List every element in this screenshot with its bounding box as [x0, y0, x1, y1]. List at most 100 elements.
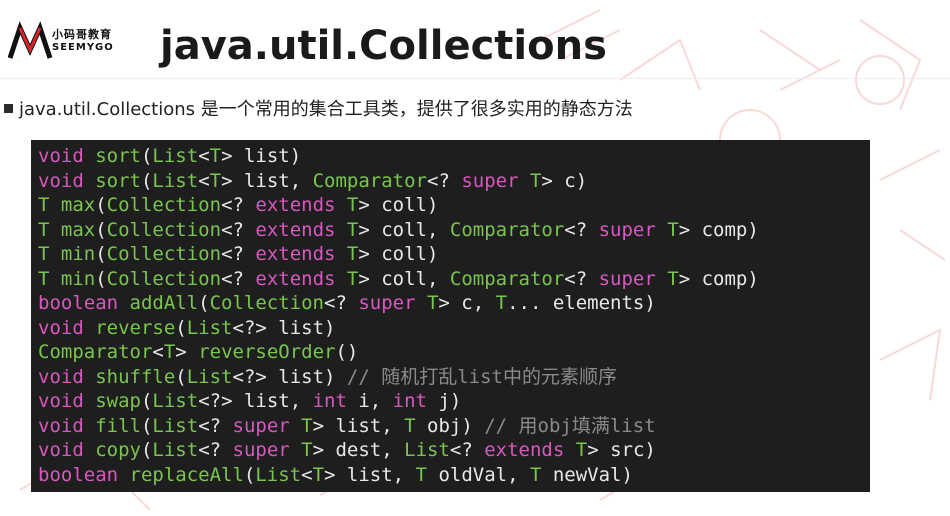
- code-token: max: [60, 194, 96, 216]
- code-token: T: [667, 218, 679, 241]
- code-token: void: [38, 365, 96, 388]
- code-token: T: [38, 218, 61, 241]
- code-token: reverseOrder: [198, 341, 336, 363]
- code-token: List: [255, 463, 302, 486]
- code-token: void: [38, 414, 96, 437]
- code-token: newVal): [541, 463, 633, 486]
- code-token: <?: [221, 194, 256, 216]
- code-token: > c,: [438, 292, 496, 314]
- code-token: <?> list): [232, 365, 347, 388]
- code-token: > c): [541, 169, 588, 192]
- code-token: min: [60, 243, 96, 265]
- code-token: ... elements): [507, 292, 656, 314]
- code-line: T min(Collection<? extends T> coll, Comp…: [38, 267, 870, 292]
- code-token: <?: [221, 267, 256, 290]
- code-token: (): [335, 341, 359, 363]
- code-token: boolean: [38, 292, 130, 314]
- code-token: T: [38, 267, 61, 290]
- code-line: T min(Collection<? extends T> coll): [38, 242, 870, 267]
- code-token: reverse: [95, 316, 176, 339]
- code-token: T: [575, 439, 588, 461]
- header-divider: [0, 78, 950, 79]
- watermark-stroke: [759, 29, 841, 91]
- code-token: super: [358, 292, 427, 314]
- code-token: int: [392, 390, 439, 412]
- code-token: > coll): [358, 194, 439, 216]
- bullet-item: java.util.Collections 是一个常用的集合工具类，提供了很多实…: [4, 96, 633, 120]
- code-token: > comp): [678, 218, 759, 241]
- code-comment: // 随机打乱list中的元素顺序: [346, 365, 617, 388]
- code-comment: // 用obj填满list: [484, 414, 656, 437]
- code-line: void sort(List<T> list, Comparator<? sup…: [38, 169, 870, 194]
- code-token: super: [598, 267, 668, 290]
- code-token: > list,: [221, 169, 313, 192]
- code-token: Collection: [106, 243, 222, 265]
- code-token: <?: [198, 414, 233, 437]
- code-line: void copy(List<? super T> dest, List<? e…: [38, 438, 870, 463]
- code-token: T: [346, 267, 359, 290]
- code-token: <?> list): [232, 316, 336, 339]
- code-token: <?: [324, 292, 359, 314]
- brand-name-en: SEEMYGO: [52, 42, 114, 53]
- code-token: <?: [564, 267, 599, 290]
- code-token: T: [495, 292, 508, 314]
- code-token: fill: [95, 414, 141, 437]
- code-token: List: [186, 316, 233, 339]
- code-line: void fill(List<? super T> list, T obj) /…: [38, 414, 870, 439]
- code-token: extends: [484, 439, 576, 461]
- code-line: T max(Collection<? extends T> coll): [38, 193, 870, 218]
- code-token: super: [232, 414, 302, 437]
- code-token: T: [426, 292, 439, 314]
- code-token: T: [529, 169, 542, 192]
- code-token: i,: [358, 390, 393, 412]
- code-token: extends: [255, 267, 347, 290]
- code-token: <?: [564, 218, 599, 241]
- code-token: (: [95, 267, 107, 290]
- code-token: Comparator: [312, 169, 427, 192]
- code-token: T: [209, 145, 222, 167]
- code-token: super: [598, 218, 668, 241]
- code-token: T: [529, 463, 542, 486]
- code-token: List: [152, 145, 199, 167]
- code-token: > coll): [358, 243, 439, 265]
- code-token: List: [152, 390, 199, 412]
- code-token: (: [140, 390, 153, 412]
- code-token: Comparator: [449, 267, 565, 290]
- code-token: (: [175, 365, 187, 388]
- code-token: boolean: [38, 463, 130, 486]
- code-token: super: [461, 169, 530, 192]
- code-token: <?: [198, 439, 233, 461]
- code-token: List: [404, 439, 450, 461]
- code-token: void: [38, 316, 96, 339]
- code-token: min: [60, 267, 96, 290]
- code-token: super: [232, 439, 302, 461]
- code-token: Collection: [106, 194, 222, 216]
- watermark-stroke: [879, 149, 946, 261]
- code-token: void: [38, 439, 96, 461]
- square-bullet-icon: [4, 104, 13, 113]
- code-token: Collection: [106, 267, 222, 290]
- code-token: copy: [95, 439, 141, 461]
- code-line: void sort(List<T> list): [38, 144, 870, 169]
- code-line: boolean replaceAll(List<T> list, T oldVa…: [38, 463, 870, 488]
- code-token: T: [346, 243, 359, 265]
- code-token: <: [301, 463, 313, 486]
- code-token: T: [404, 414, 416, 437]
- code-token: sort: [95, 169, 141, 192]
- code-token: T: [38, 194, 61, 216]
- code-token: replaceAll: [129, 463, 244, 486]
- code-token: (: [243, 463, 256, 486]
- page-title: java.util.Collections: [160, 23, 607, 69]
- watermark-circle: [855, 55, 905, 105]
- code-token: List: [152, 439, 199, 461]
- code-token: (: [175, 316, 187, 339]
- code-token: List: [152, 169, 199, 192]
- code-token: max: [60, 218, 96, 241]
- code-token: T: [346, 218, 359, 241]
- code-token: T: [415, 463, 427, 486]
- code-token: j): [438, 390, 462, 412]
- code-token: int: [312, 390, 359, 412]
- code-token: <?: [427, 169, 462, 192]
- code-token: shuffle: [95, 365, 176, 388]
- code-line: Comparator<T> reverseOrder(): [38, 340, 870, 365]
